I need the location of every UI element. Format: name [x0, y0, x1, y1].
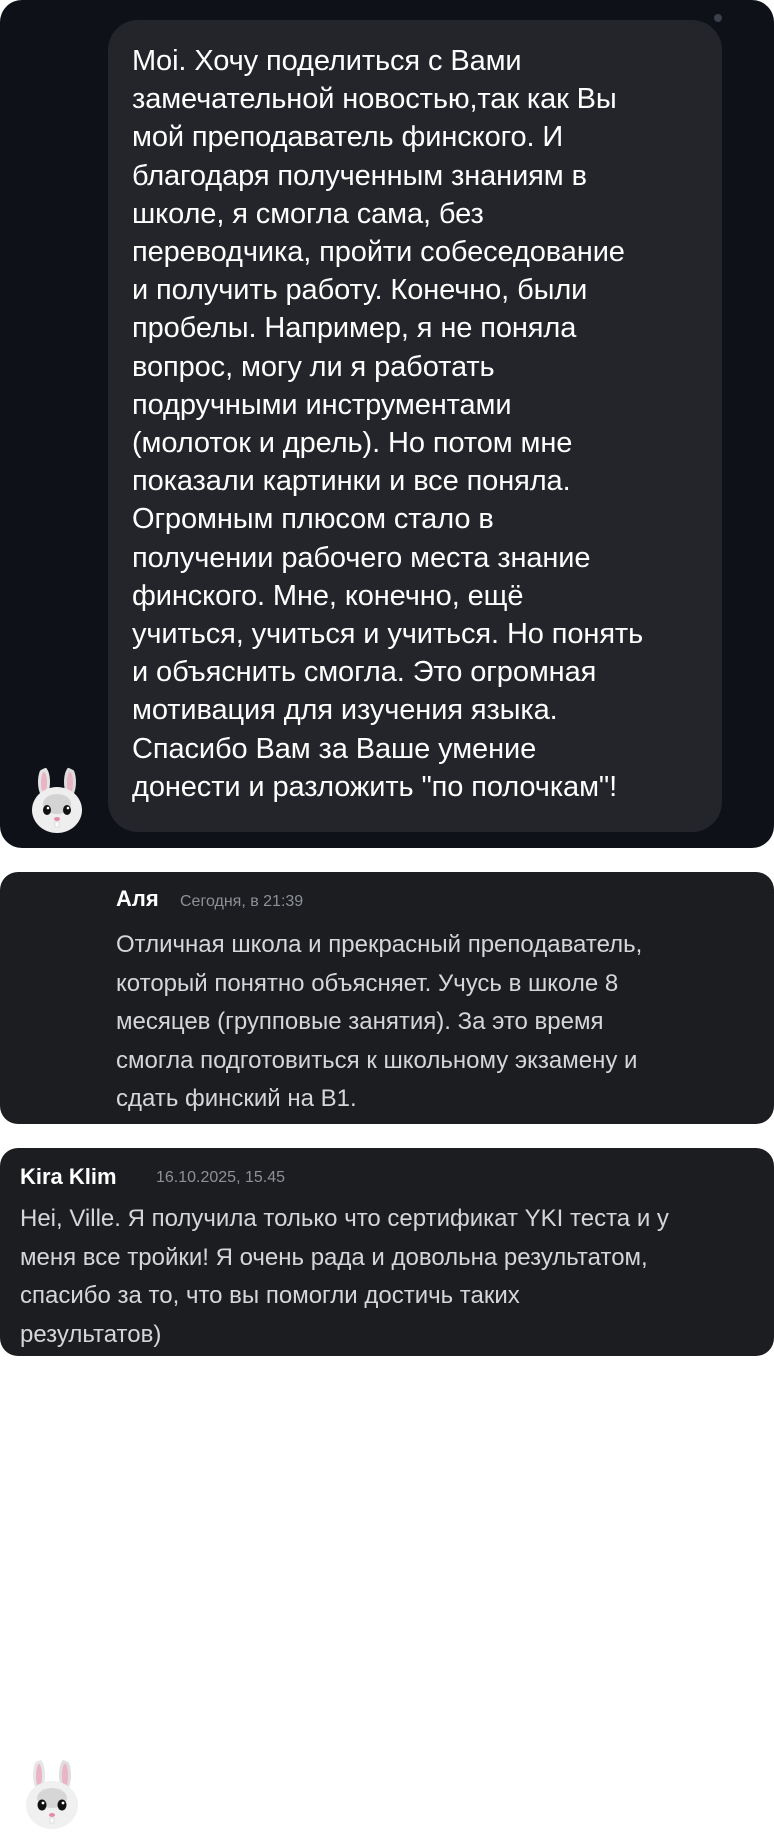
review-line: Hei, Ville. Я получила только что сертиф…	[20, 1205, 669, 1232]
message-line: благодаря полученным знаниям в	[132, 159, 587, 192]
chat-panel: Moi. Хочу поделиться с Вами замечательно…	[0, 0, 774, 848]
review-card: Аля Сегодня, в 21:39 Отличная школа и пр…	[0, 872, 774, 1829]
bunny-avatar-icon[interactable]	[20, 1758, 84, 1832]
message-line: мотивация для изучения языка.	[132, 694, 558, 727]
message-line: донести и разложить "по полочкам"!	[132, 770, 618, 803]
review-line: меня все тройки! Я очень рада и довольна…	[20, 1243, 648, 1271]
review-line: спасибо за то, что вы помогли достичь та…	[20, 1282, 520, 1309]
message-line: мой преподаватель финского. И	[132, 121, 564, 154]
review-card: Kira Klim 16.10.2025, 15.45 Hei, Ville. …	[0, 1148, 774, 1356]
message-line: вопрос, могу ли я работать	[132, 350, 495, 383]
message-line: школе, я смогла сама, без	[132, 197, 484, 230]
status-dot	[714, 14, 722, 22]
message-line: и объяснить смогла. Это огромная	[132, 656, 597, 689]
review-text: Отличная школа и прекрасный преподавател…	[116, 926, 756, 1119]
message-line: показали картинки и все поняла.	[132, 465, 571, 498]
review-text: Hei, Ville. Я получила только что сертиф…	[20, 1200, 766, 1354]
review-timestamp: Сегодня, в 21:39	[180, 893, 304, 910]
review-line: месяцев (групповые занятия). За это врем…	[116, 1008, 604, 1035]
message-line: пробелы. Например, я не поняла	[132, 312, 577, 345]
review-author[interactable]: Аля	[116, 886, 159, 912]
review-line: Отличная школа и прекрасный преподавател…	[116, 931, 643, 958]
message-line: (молоток и дрель). Но потом мне	[132, 427, 573, 460]
review-author[interactable]: Kira Klim	[20, 1164, 117, 1190]
bunny-avatar-icon[interactable]	[26, 766, 88, 836]
review-line: сдать финский на В1.	[116, 1085, 357, 1112]
message-line: переводчика, пройти собеседование	[132, 236, 625, 269]
review-line: результатов)	[20, 1320, 162, 1348]
review-line: смогла подготовиться к школьному экзамен…	[116, 1046, 638, 1074]
message-line: подручными инструментами	[132, 388, 512, 421]
message-line: замечательной новостью,так как Вы	[132, 83, 617, 116]
message-bubble[interactable]: Moi. Хочу поделиться с Вами замечательно…	[108, 20, 722, 832]
review-line: который понятно объясняет. Учусь в школе…	[116, 969, 619, 997]
message-line: Огромным плюсом стало в	[132, 503, 494, 536]
message-line: и получить работу. Конечно, были	[132, 274, 588, 307]
review-timestamp: 16.10.2025, 15.45	[156, 1169, 286, 1186]
message-line: получении рабочего места знание	[132, 541, 591, 574]
message-line: Moi. Хочу поделиться с Вами	[132, 45, 522, 77]
message-line: финского. Мне, конечно, ещё	[132, 579, 524, 612]
message-line: учиться, учиться и учиться. Но понять	[132, 618, 644, 651]
message-line: Спасибо Вам за Ваше умение	[132, 732, 537, 765]
